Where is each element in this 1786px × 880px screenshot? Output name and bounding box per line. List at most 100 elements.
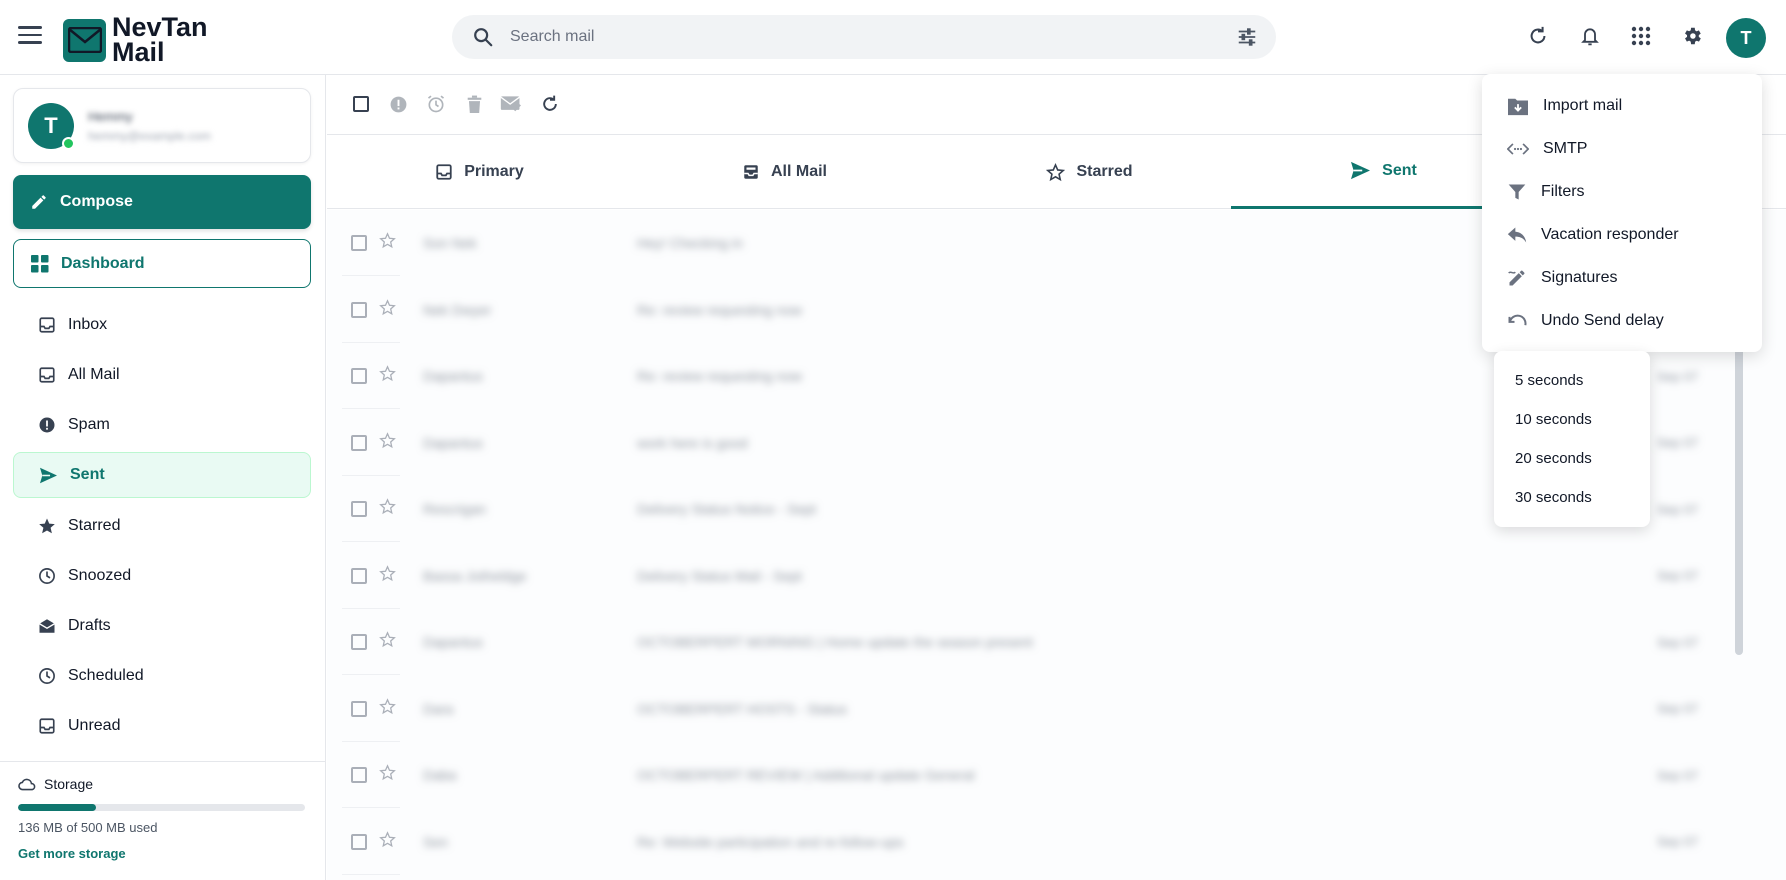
row-subject: OCTOBERPERT HOSTS - Status [637, 700, 848, 717]
send-icon [40, 467, 57, 483]
user-avatar[interactable]: T [1726, 18, 1766, 58]
refresh-icon[interactable] [539, 93, 561, 115]
table-row[interactable]: Sen Re: Website participation and re-foll… [327, 809, 1727, 875]
inbox-icon [39, 718, 55, 734]
app-header: NevTan Mail T [0, 0, 1786, 75]
row-subject: Delivery Status Mail - Sept [637, 567, 802, 584]
sidebar-item-inbox[interactable]: Inbox [13, 302, 311, 348]
row-date: Sep 07 [1657, 568, 1699, 583]
sidebar-item-drafts[interactable]: Drafts [13, 603, 311, 649]
undo-delay-option[interactable]: 10 seconds [1494, 400, 1650, 439]
undo-delay-option[interactable]: 5 seconds [1494, 361, 1650, 400]
snooze-icon[interactable] [425, 93, 447, 115]
menu-icon[interactable] [18, 26, 42, 46]
storage-panel: Storage 136 MB of 500 MB used Get more s… [0, 761, 325, 880]
apps-grid-icon[interactable] [1627, 22, 1655, 50]
row-checkbox[interactable] [351, 767, 367, 783]
compose-button[interactable]: Compose [13, 175, 311, 229]
tab-primary[interactable]: Primary [327, 135, 632, 209]
settings-menu: Import mail SMTP Filters Vacation respon… [1482, 74, 1762, 352]
row-subject: Re: review requesting now [637, 301, 802, 318]
menu-item-undo-send-delay[interactable]: Undo Send delay [1482, 299, 1762, 342]
menu-item-import-mail[interactable]: Import mail [1482, 84, 1762, 127]
row-checkbox[interactable] [351, 501, 367, 517]
row-date: Sep 07 [1657, 368, 1699, 384]
scrollbar-thumb[interactable] [1735, 325, 1743, 655]
row-checkbox[interactable] [351, 567, 367, 584]
menu-item-filters[interactable]: Filters [1482, 170, 1762, 213]
row-checkbox[interactable] [351, 301, 367, 318]
sidebar-item-label: Spam [68, 416, 110, 433]
undo-delay-option[interactable]: 20 seconds [1494, 439, 1650, 478]
tab-all-mail[interactable]: All Mail [632, 135, 937, 209]
star-outline-icon[interactable] [379, 764, 396, 786]
row-date: Sep 07 [1657, 501, 1699, 517]
menu-item-smtp[interactable]: SMTP [1482, 127, 1762, 170]
sidebar-item-all-mail[interactable]: All Mail [13, 352, 311, 398]
sidebar-item-label: Inbox [68, 316, 108, 333]
sidebar-item-sent[interactable]: Sent [13, 452, 311, 498]
table-row[interactable]: Bassa Jotheldge Delivery Status Mail - Se… [327, 543, 1727, 609]
inbox-icon [39, 317, 55, 333]
notifications-icon[interactable] [1576, 22, 1604, 50]
star-outline-icon[interactable] [379, 564, 396, 587]
storage-progress-bar [18, 804, 305, 811]
select-all-checkbox[interactable] [350, 93, 372, 115]
undo-delay-option[interactable]: 30 seconds [1494, 478, 1650, 517]
star-outline-icon[interactable] [379, 697, 396, 720]
mark-read-icon[interactable] [500, 93, 522, 115]
table-row[interactable]: Dapantus OCTOBERPERT MORNING | Home updat… [327, 609, 1727, 675]
table-row[interactable]: Dara OCTOBERPERT HOSTS - Status Sep 07 [327, 676, 1727, 742]
account-card[interactable]: T Hemmy hemmy@example.com [13, 88, 311, 163]
menu-item-label: Import mail [1543, 96, 1623, 114]
tab-label: Primary [464, 163, 524, 180]
dashboard-button[interactable]: Dashboard [13, 239, 311, 288]
sidebar-item-starred[interactable]: Starred [13, 503, 311, 549]
storage-label: Storage [44, 776, 94, 792]
row-checkbox[interactable] [351, 434, 367, 451]
star-outline-icon[interactable] [379, 232, 396, 254]
sidebar-item-snoozed[interactable]: Snoozed [13, 553, 311, 599]
search-input[interactable] [510, 15, 1190, 59]
filter-icon [1508, 184, 1526, 199]
brand-name: NevTan Mail [112, 12, 208, 67]
star-outline-icon[interactable] [379, 298, 396, 321]
sidebar-item-scheduled[interactable]: Scheduled [13, 653, 311, 699]
row-checkbox[interactable] [351, 700, 367, 717]
table-row[interactable]: Daba OCTOBERPERT REVIEW | Additional upda… [327, 742, 1727, 808]
star-outline-icon[interactable] [379, 365, 396, 387]
report-spam-icon[interactable] [387, 93, 409, 115]
inbox-icon [436, 164, 452, 180]
menu-item-label: SMTP [1543, 139, 1588, 157]
sidebar-item-label: Scheduled [68, 667, 144, 684]
code-arrows-icon [1507, 142, 1529, 155]
tab-starred[interactable]: Starred [937, 135, 1242, 209]
row-sender: Dapantus [423, 634, 483, 650]
star-outline-icon [1046, 162, 1066, 181]
brand-logo[interactable]: NevTan Mail [63, 12, 212, 67]
menu-item-vacation-responder[interactable]: Vacation responder [1482, 213, 1762, 256]
sidebar-item-label: Drafts [68, 617, 111, 634]
refresh-icon[interactable] [1524, 22, 1552, 50]
menu-item-signatures[interactable]: Signatures [1482, 256, 1762, 299]
gear-icon[interactable] [1678, 22, 1706, 50]
search-options-icon[interactable] [1236, 26, 1258, 53]
get-more-storage-link[interactable]: Get more storage [18, 846, 126, 861]
row-checkbox[interactable] [351, 235, 367, 251]
row-checkbox[interactable] [351, 368, 367, 384]
row-checkbox[interactable] [351, 634, 367, 650]
star-outline-icon[interactable] [379, 431, 396, 454]
row-subject: Re: review requesting now [637, 368, 802, 384]
row-checkbox[interactable] [351, 833, 367, 850]
star-outline-icon[interactable] [379, 830, 396, 853]
delete-icon[interactable] [463, 93, 485, 115]
row-sender: Rescrigan [423, 501, 487, 517]
row-sender: Dapantus [423, 434, 483, 451]
star-outline-icon[interactable] [379, 631, 396, 653]
clock-icon [39, 568, 55, 584]
sidebar-item-unread[interactable]: Unread [13, 703, 311, 749]
star-outline-icon[interactable] [379, 498, 396, 520]
sidebar-item-spam[interactable]: Spam [13, 402, 311, 448]
row-subject: Hey! Checking in [637, 235, 743, 251]
cloud-icon [18, 778, 36, 791]
